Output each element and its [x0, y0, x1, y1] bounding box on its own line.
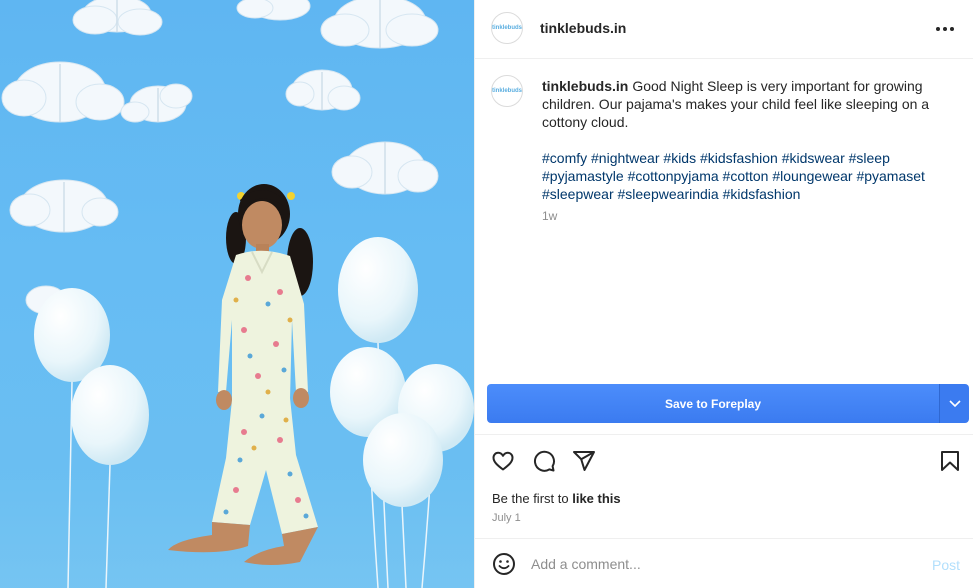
comment-input[interactable]	[531, 553, 911, 575]
paper-plane-icon[interactable]	[572, 449, 596, 473]
hashtag-link[interactable]: #nightwear	[591, 150, 660, 166]
caption-text-block: tinklebuds.in Good Night Sleep is very im…	[542, 77, 942, 131]
hashtag-link[interactable]: #pyjamastyle	[542, 168, 624, 184]
post-date[interactable]: July 1	[492, 512, 521, 524]
hashtag-link[interactable]: #sleepwear	[542, 186, 614, 202]
header-username[interactable]: tinklebuds.in	[540, 20, 626, 36]
post-details-panel: tinklebuds tinklebuds.in tinklebuds tink…	[474, 0, 973, 588]
chevron-down-icon[interactable]	[939, 384, 969, 423]
post-header: tinklebuds tinklebuds.in	[475, 0, 973, 59]
heart-icon[interactable]	[491, 449, 515, 473]
likes-summary: Be the first to like this	[492, 491, 621, 506]
save-to-foreplay-button[interactable]: Save to Foreplay	[487, 384, 939, 423]
caption-avatar-logo-text: tinklebuds	[492, 88, 523, 94]
comment-bubble-icon[interactable]	[532, 449, 556, 473]
divider	[475, 434, 973, 435]
avatar-logo-text: tinklebuds	[492, 25, 523, 31]
hashtag-link[interactable]: #cottonpyjama	[628, 168, 719, 184]
photo-illustration	[0, 0, 474, 588]
smiley-icon[interactable]	[492, 552, 516, 576]
hashtag-link[interactable]: #kidsfashion	[723, 186, 801, 202]
hashtag-link[interactable]: #kidswear	[782, 150, 845, 166]
hashtag-link[interactable]: #kidsfashion	[700, 150, 778, 166]
caption-section: tinklebuds tinklebuds.in Good Night Sleep…	[475, 60, 973, 382]
more-horizontal-icon[interactable]	[934, 19, 956, 39]
likes-prefix: Be the first to	[492, 491, 569, 506]
comment-bar: Post	[475, 538, 973, 588]
post-comment-button[interactable]: Post	[932, 557, 960, 573]
hashtag-link[interactable]: #cotton	[723, 168, 769, 184]
like-this-link[interactable]: like this	[572, 491, 620, 506]
caption-username[interactable]: tinklebuds.in	[542, 78, 628, 94]
post-photo[interactable]	[0, 0, 474, 588]
hashtag-link[interactable]: #loungewear	[772, 168, 852, 184]
post-age[interactable]: 1w	[542, 209, 557, 223]
hashtag-list: #comfy #nightwear #kids #kidsfashion #ki…	[542, 149, 952, 203]
hashtag-link[interactable]: #sleepwearindia	[618, 186, 719, 202]
hashtag-link[interactable]: #comfy	[542, 150, 587, 166]
hashtag-link[interactable]: #kids	[663, 150, 696, 166]
hashtag-link[interactable]: #pyamaset	[856, 168, 924, 184]
bookmark-icon[interactable]	[938, 449, 962, 473]
caption-avatar[interactable]: tinklebuds	[491, 75, 523, 107]
hashtag-link[interactable]: #sleep	[849, 150, 890, 166]
profile-avatar[interactable]: tinklebuds	[491, 12, 523, 44]
